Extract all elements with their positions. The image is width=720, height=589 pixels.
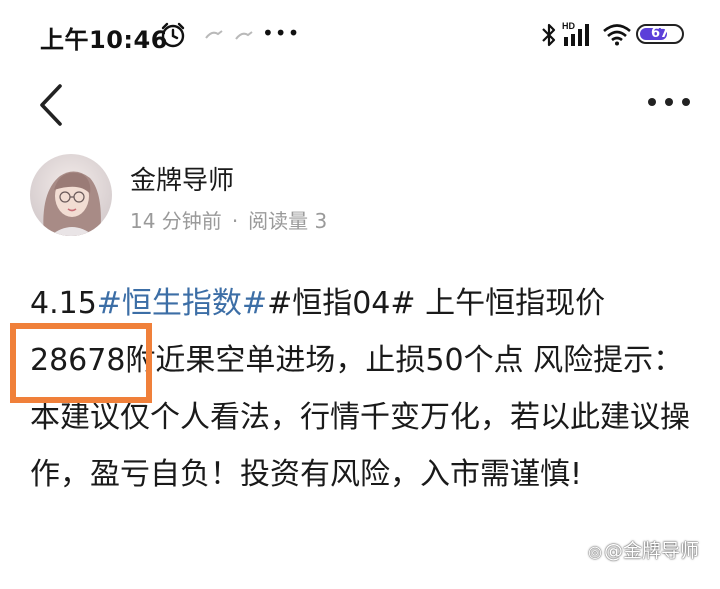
hashtag-hsi-04[interactable]: #恒指04# [267, 286, 415, 321]
more-dots-icon[interactable] [646, 94, 692, 110]
signal-hd-label: HD [562, 21, 575, 31]
weibo-icon: ◎ [588, 542, 602, 561]
hashtag-hang-seng-index[interactable]: #恒生指数# [97, 286, 267, 321]
meta-separator: · [231, 209, 239, 233]
notification-icon [205, 30, 223, 39]
post-date: 4.15 [30, 286, 97, 321]
author-name[interactable]: 金牌导师 [130, 160, 234, 197]
battery-icon: 67 [636, 24, 684, 44]
status-bar: 上午10:46 ••• HD 67 [0, 0, 720, 70]
post-time: 14 分钟前 [130, 209, 222, 233]
read-count: 阅读量 3 [248, 209, 328, 233]
watermark-text: @金牌导师 [603, 540, 699, 562]
wifi-icon [603, 24, 631, 46]
more-notifications-icon: ••• [262, 21, 301, 45]
watermark: ◎ @金牌导师 [588, 536, 699, 563]
bluetooth-icon [542, 23, 556, 47]
hd-signal-icon: HD [562, 21, 589, 46]
highlight-annotation-box [10, 323, 152, 403]
avatar-photo [30, 154, 112, 236]
avatar[interactable] [30, 154, 112, 236]
post-meta: 14 分钟前 · 阅读量 3 [130, 205, 327, 234]
alarm-icon [161, 22, 185, 48]
status-time: 上午10:46 [40, 26, 168, 54]
notification-icon [235, 31, 253, 40]
battery-percent: 67 [650, 26, 670, 41]
chevron-left-icon[interactable] [34, 82, 70, 128]
